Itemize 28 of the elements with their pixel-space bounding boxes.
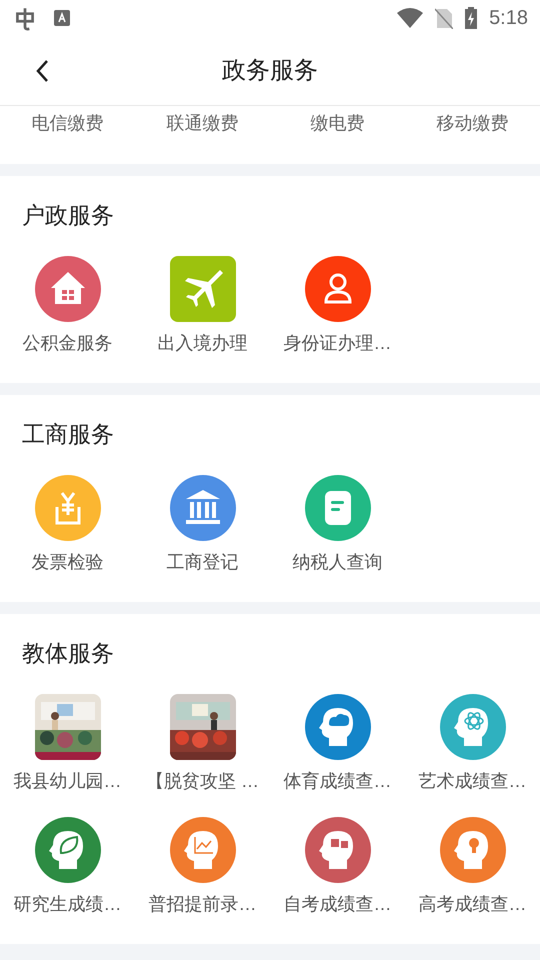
- payment-link[interactable]: 缴电费: [310, 110, 364, 136]
- keyboard-icon: [54, 10, 70, 26]
- page-title: 政务服务: [222, 56, 318, 86]
- service-label[interactable]: 体育成绩查…: [284, 768, 392, 795]
- service-label[interactable]: 纳税人查询: [292, 549, 382, 576]
- payment-link[interactable]: 移动缴费: [436, 110, 508, 136]
- service-label[interactable]: 工商登记: [166, 549, 238, 576]
- service-label[interactable]: 身份证办理…: [284, 330, 392, 357]
- service-label[interactable]: 【脱贫攻坚 …: [146, 768, 259, 795]
- status-time: 5:18: [489, 6, 528, 31]
- section-title: 户政服务: [21, 201, 115, 230]
- service-label[interactable]: 公积金服务: [22, 330, 112, 357]
- service-label[interactable]: 研究生成绩…: [14, 891, 122, 918]
- service-label[interactable]: 艺术成绩查…: [418, 768, 526, 795]
- service-label[interactable]: 发票检验: [32, 549, 104, 576]
- service-label[interactable]: 自考成绩查…: [284, 891, 392, 918]
- payment-link[interactable]: 电信缴费: [32, 110, 104, 136]
- service-label[interactable]: 我县幼儿园…: [14, 768, 122, 795]
- section-title: 工商服务: [21, 420, 115, 449]
- back-icon: [35, 58, 49, 82]
- section-title: 教体服务: [21, 639, 115, 668]
- payment-link[interactable]: 联通缴费: [166, 110, 238, 136]
- service-label[interactable]: 出入境办理: [158, 330, 248, 357]
- wifi-icon: [397, 8, 424, 28]
- service-label[interactable]: 高考成绩查…: [418, 891, 526, 918]
- battery-icon: [465, 7, 478, 29]
- service-label[interactable]: 普招提前录…: [148, 891, 256, 918]
- no-sim-icon: [435, 7, 454, 29]
